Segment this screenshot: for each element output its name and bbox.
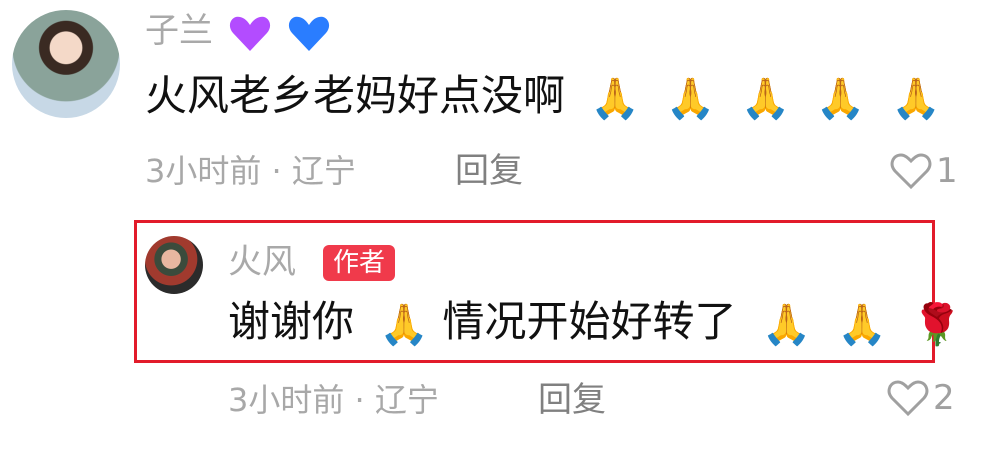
- pray-emoji-reply-1: 🙏: [379, 301, 430, 348]
- blue-heart-icon: [287, 13, 331, 53]
- pray-emoji-1: 🙏: [590, 75, 641, 122]
- comment-meta: 3小时前 · 辽宁: [145, 152, 356, 190]
- reply-like-button[interactable]: 2: [887, 378, 955, 418]
- purple-heart-icon: [228, 13, 272, 53]
- pray-emoji-2: 🙏: [665, 75, 716, 122]
- rose-emoji: 🌹: [912, 301, 963, 348]
- heart-outline-icon: [887, 380, 929, 417]
- reply-text: 谢谢你 🙏 情况开始好转了 🙏 🙏 🌹: [228, 297, 963, 348]
- pray-emoji-reply-3: 🙏: [837, 301, 887, 348]
- avatar-zilan[interactable]: [12, 10, 120, 118]
- reply-like-count: 2: [933, 378, 955, 418]
- pray-emoji-4: 🙏: [815, 75, 866, 122]
- username-zilan[interactable]: 子兰: [145, 11, 331, 53]
- reply-meta: 3小时前 · 辽宁: [228, 381, 439, 419]
- pray-emoji-5: 🙏: [891, 75, 941, 122]
- like-count: 1: [936, 151, 958, 191]
- username-huofeng[interactable]: 火风: [228, 242, 296, 282]
- pray-emoji-reply-2: 🙏: [761, 301, 812, 348]
- heart-outline-icon: [890, 153, 932, 190]
- pray-emoji-3: 🙏: [740, 75, 791, 122]
- avatar-huofeng[interactable]: [145, 236, 203, 294]
- like-button[interactable]: 1: [890, 151, 958, 191]
- author-badge: 作者: [323, 245, 396, 281]
- comment-text: 火风老乡老妈好点没啊 🙏 🙏 🙏 🙏 🙏: [145, 71, 941, 122]
- reply-to-reply-button[interactable]: 回复: [538, 380, 606, 420]
- reply-button[interactable]: 回复: [455, 151, 523, 191]
